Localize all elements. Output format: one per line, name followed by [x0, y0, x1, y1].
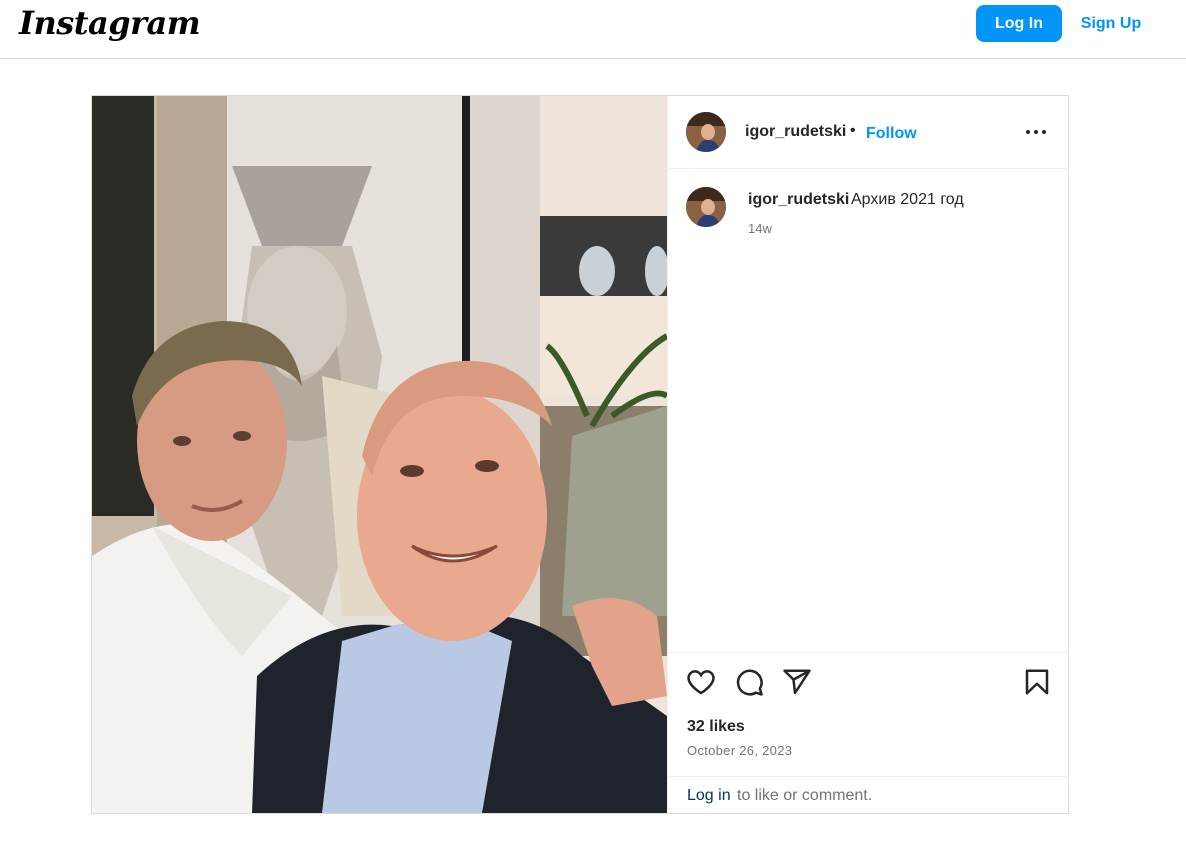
send-icon[interactable]: [782, 667, 812, 697]
post-actions: 32 likes October 26, 2023 Log in to like…: [668, 652, 1069, 813]
login-link[interactable]: Log in: [687, 787, 731, 805]
author-username[interactable]: igor_rudetski: [745, 123, 846, 141]
post-sidebar: igor_rudetski • Follow igor_rudetski Арх…: [667, 96, 1069, 813]
login-button[interactable]: Log In: [976, 5, 1062, 42]
bookmark-icon[interactable]: [1022, 667, 1052, 697]
login-prompt: Log in to like or comment.: [668, 776, 1069, 814]
post-header: igor_rudetski • Follow: [668, 96, 1069, 169]
likes-count[interactable]: 32 likes: [687, 718, 745, 736]
instagram-logo[interactable]: Instagram: [19, 4, 201, 42]
follow-button[interactable]: Follow: [866, 125, 917, 143]
author-avatar[interactable]: [686, 112, 726, 152]
login-prompt-text: to like or comment.: [737, 787, 873, 804]
caption-avatar[interactable]: [686, 187, 726, 227]
post-container: igor_rudetski • Follow igor_rudetski Арх…: [91, 95, 1069, 814]
top-navigation-bar: Instagram Log In Sign Up: [0, 0, 1186, 59]
signup-button[interactable]: Sign Up: [1072, 5, 1150, 42]
comment-icon[interactable]: [734, 667, 764, 697]
post-photo[interactable]: [92, 96, 667, 813]
separator-dot: •: [850, 122, 856, 139]
caption-text: Архив 2021 год: [851, 191, 964, 208]
post-date[interactable]: October 26, 2023: [687, 743, 792, 758]
caption-username[interactable]: igor_rudetski: [748, 191, 849, 209]
caption-time[interactable]: 14w: [748, 221, 772, 236]
heart-icon[interactable]: [686, 667, 716, 697]
more-horizontal-icon[interactable]: [1022, 120, 1050, 144]
